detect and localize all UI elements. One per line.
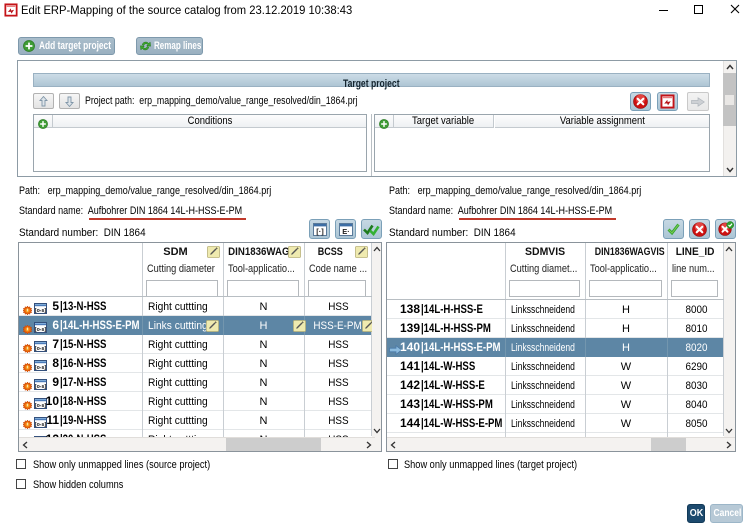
svg-text:E·: E· xyxy=(342,226,350,235)
svg-text:[·]: [·] xyxy=(316,226,324,235)
